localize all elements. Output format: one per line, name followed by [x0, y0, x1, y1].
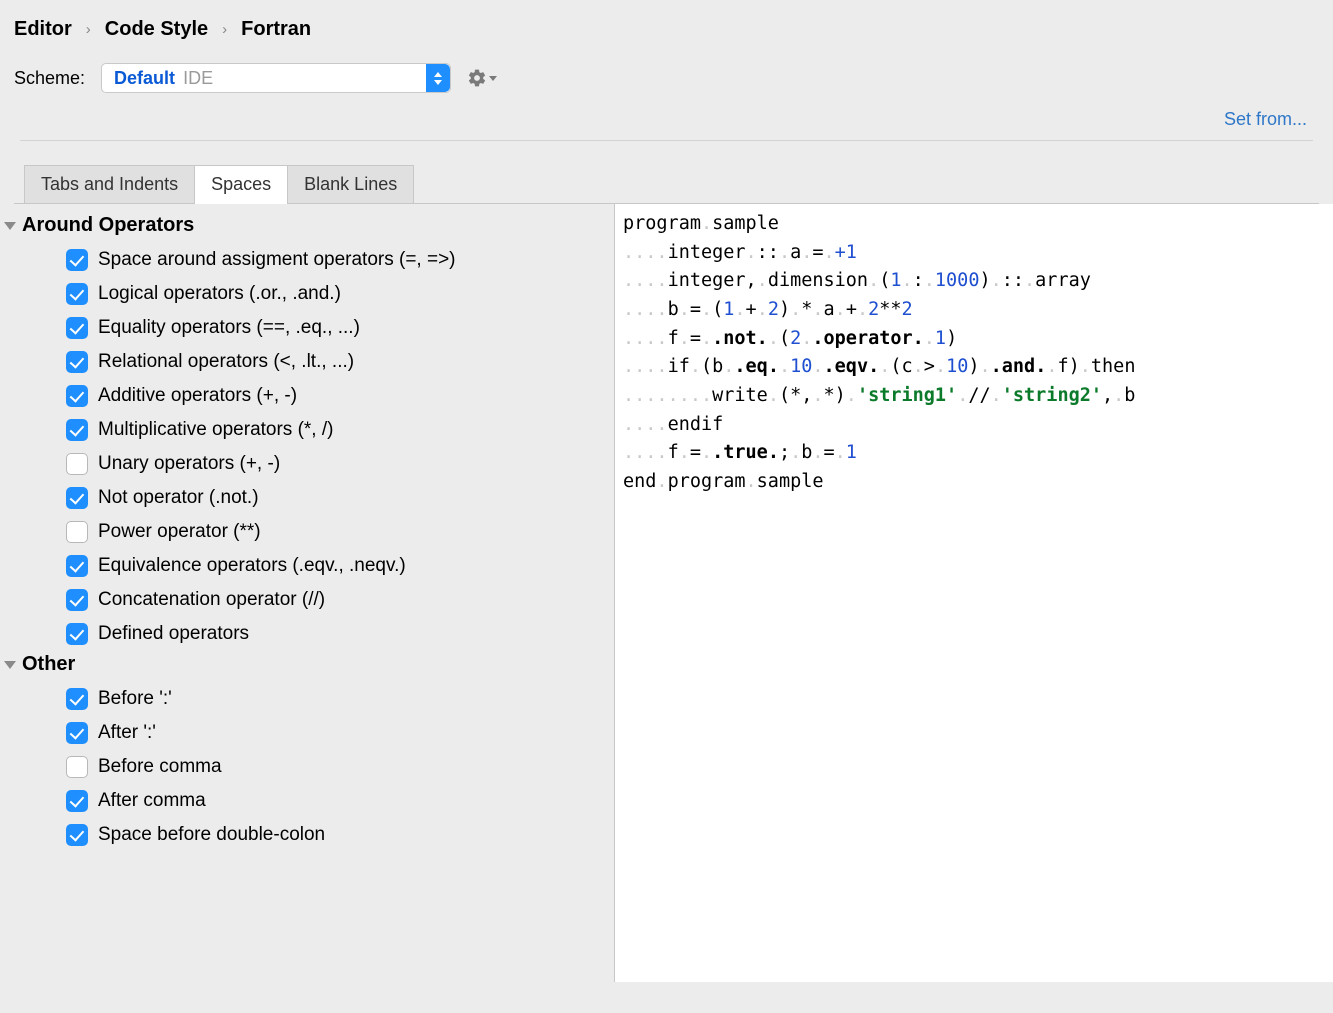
- option-row[interactable]: After comma: [66, 784, 614, 818]
- option-label: Additive operators (+, -): [98, 385, 297, 407]
- breadcrumb-item[interactable]: Editor: [14, 18, 72, 41]
- breadcrumb: Editor › Code Style › Fortran: [14, 18, 1319, 41]
- option-label: Before ':': [98, 688, 172, 710]
- option-label: Relational operators (<, .lt., ...): [98, 351, 354, 373]
- set-from-link[interactable]: Set from...: [1224, 109, 1307, 129]
- tab-spaces[interactable]: Spaces: [194, 165, 288, 203]
- option-row[interactable]: Power operator (**): [66, 515, 614, 549]
- breadcrumb-item[interactable]: Code Style: [105, 18, 208, 41]
- option-row[interactable]: After ':': [66, 716, 614, 750]
- option-label: Unary operators (+, -): [98, 453, 280, 475]
- option-label: Power operator (**): [98, 521, 261, 543]
- option-row[interactable]: Space before double-colon: [66, 818, 614, 852]
- option-label: Space before double-colon: [98, 824, 325, 846]
- group-title[interactable]: Other: [0, 651, 614, 682]
- breadcrumb-item: Fortran: [241, 18, 311, 41]
- option-row[interactable]: Relational operators (<, .lt., ...): [66, 345, 614, 379]
- tab-blank-lines[interactable]: Blank Lines: [287, 165, 414, 203]
- group-label: Other: [22, 653, 75, 676]
- tabs: Tabs and Indents Spaces Blank Lines: [14, 141, 1319, 204]
- checkbox[interactable]: [66, 790, 88, 812]
- checkbox[interactable]: [66, 623, 88, 645]
- checkbox[interactable]: [66, 555, 88, 577]
- settings-gear-button[interactable]: [467, 68, 497, 88]
- options-panel: Around Operators Space around assigment o…: [0, 204, 615, 982]
- checkbox[interactable]: [66, 249, 88, 271]
- option-row[interactable]: Equivalence operators (.eqv., .neqv.): [66, 549, 614, 583]
- checkbox[interactable]: [66, 722, 88, 744]
- scheme-meta: IDE: [183, 68, 213, 89]
- checkbox[interactable]: [66, 688, 88, 710]
- checkbox[interactable]: [66, 453, 88, 475]
- checkbox[interactable]: [66, 385, 88, 407]
- checkbox[interactable]: [66, 317, 88, 339]
- option-label: Space around assigment operators (=, =>): [98, 249, 456, 271]
- option-label: Not operator (.not.): [98, 487, 259, 509]
- option-row[interactable]: Unary operators (+, -): [66, 447, 614, 481]
- tab-tabs-and-indents[interactable]: Tabs and Indents: [24, 165, 195, 203]
- option-row[interactable]: Concatenation operator (//): [66, 583, 614, 617]
- chevron-right-icon: ›: [222, 21, 227, 38]
- group-title[interactable]: Around Operators: [0, 212, 614, 243]
- chevron-down-icon: [489, 76, 497, 81]
- option-label: Before comma: [98, 756, 222, 778]
- stepper-arrows-icon: [426, 64, 450, 92]
- checkbox[interactable]: [66, 521, 88, 543]
- checkbox[interactable]: [66, 824, 88, 846]
- checkbox[interactable]: [66, 589, 88, 611]
- option-row[interactable]: Before ':': [66, 682, 614, 716]
- option-row[interactable]: Not operator (.not.): [66, 481, 614, 515]
- scheme-label: Scheme:: [14, 68, 85, 89]
- option-row[interactable]: Multiplicative operators (*, /): [66, 413, 614, 447]
- option-label: Defined operators: [98, 623, 249, 645]
- option-label: After comma: [98, 790, 206, 812]
- option-row[interactable]: Space around assigment operators (=, =>): [66, 243, 614, 277]
- option-label: Equivalence operators (.eqv., .neqv.): [98, 555, 406, 577]
- option-label: Multiplicative operators (*, /): [98, 419, 333, 441]
- option-row[interactable]: Equality operators (==, .eq., ...): [66, 311, 614, 345]
- option-label: Logical operators (.or., .and.): [98, 283, 341, 305]
- option-row[interactable]: Logical operators (.or., .and.): [66, 277, 614, 311]
- gear-icon: [467, 68, 487, 88]
- scheme-select[interactable]: Default IDE: [101, 63, 451, 93]
- option-label: Concatenation operator (//): [98, 589, 325, 611]
- checkbox[interactable]: [66, 487, 88, 509]
- option-row[interactable]: Additive operators (+, -): [66, 379, 614, 413]
- checkbox[interactable]: [66, 351, 88, 373]
- option-label: Equality operators (==, .eq., ...): [98, 317, 360, 339]
- option-label: After ':': [98, 722, 156, 744]
- collapse-triangle-icon: [4, 661, 16, 669]
- option-row[interactable]: Defined operators: [66, 617, 614, 651]
- option-row[interactable]: Before comma: [66, 750, 614, 784]
- checkbox[interactable]: [66, 756, 88, 778]
- group-label: Around Operators: [22, 214, 194, 237]
- collapse-triangle-icon: [4, 222, 16, 230]
- code-preview: program.sample ....integer.::.a.=.+1 ...…: [615, 204, 1333, 982]
- checkbox[interactable]: [66, 419, 88, 441]
- chevron-right-icon: ›: [86, 21, 91, 38]
- checkbox[interactable]: [66, 283, 88, 305]
- scheme-value: Default: [114, 68, 175, 89]
